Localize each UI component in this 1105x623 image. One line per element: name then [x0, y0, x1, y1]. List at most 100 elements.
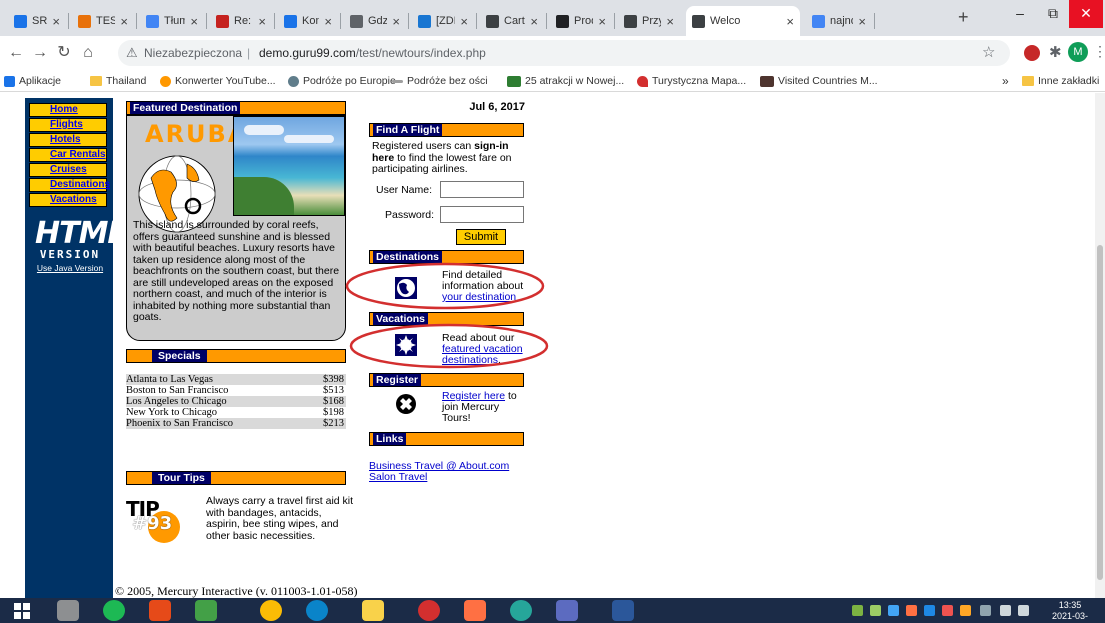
java-version-link[interactable]: Use Java Version [29, 263, 111, 273]
close-window-button[interactable]: ✕ [1069, 0, 1103, 28]
close-tab-icon[interactable]: × [530, 14, 538, 29]
nav-vacations[interactable]: Vacations [29, 193, 107, 207]
register-icon [396, 394, 416, 414]
specials-table: Atlanta to Las Vegas $398 Boston to San F… [126, 374, 346, 429]
paint-icon[interactable] [464, 600, 486, 621]
bookmark-map[interactable]: Turystyczna Mapa... [637, 72, 746, 90]
reload-icon[interactable]: ↻ [54, 42, 74, 64]
spotify-icon[interactable] [103, 600, 125, 621]
menu-dots-icon[interactable]: ⋮ [1093, 43, 1105, 60]
new-tab-button[interactable]: + [958, 8, 978, 28]
close-tab-icon[interactable]: × [52, 14, 60, 29]
tab-title: Konfe [302, 15, 320, 27]
password-input[interactable] [440, 206, 524, 223]
nav-hotels[interactable]: Hotels [29, 133, 107, 147]
bookmark-youtube-converter[interactable]: Konwerter YouTube... [160, 72, 276, 90]
tab-przykl[interactable]: Przykł × [618, 6, 680, 36]
salon-travel-link[interactable]: Salon Travel [369, 471, 427, 483]
bookmark-podroze[interactable]: Podróże bez ości [392, 72, 488, 90]
close-tab-icon[interactable]: × [258, 14, 266, 29]
bluetooth-icon[interactable] [924, 605, 935, 616]
bookmark-thailand[interactable]: Thailand [90, 72, 146, 90]
app-icon[interactable] [149, 600, 171, 621]
nav-home[interactable]: Home [29, 103, 107, 117]
tab-gmail[interactable]: Re: ZD × [210, 6, 272, 36]
edge-icon[interactable] [306, 600, 328, 621]
file-explorer-icon[interactable] [362, 600, 384, 621]
close-tab-icon[interactable]: × [190, 14, 198, 29]
scrollbar-thumb[interactable] [1097, 245, 1103, 580]
tray-icon[interactable] [960, 605, 971, 616]
featured-header-label: Featured Destination [130, 102, 241, 114]
bookmark-label: Aplikacje [19, 75, 62, 87]
forward-icon[interactable]: → [30, 42, 50, 64]
close-tab-icon[interactable]: × [460, 14, 468, 29]
tray-icon[interactable] [942, 605, 953, 616]
back-icon[interactable]: ← [6, 42, 26, 64]
tab-cart[interactable]: Cart It × [480, 6, 544, 36]
tray-icon[interactable] [906, 605, 917, 616]
close-tab-icon[interactable]: × [120, 14, 128, 29]
tab-separator [408, 13, 409, 29]
windows-start-icon[interactable] [14, 603, 30, 619]
close-tab-icon[interactable]: × [786, 14, 794, 29]
nav-destinations[interactable]: Destinations [29, 178, 110, 192]
slack-icon[interactable] [510, 600, 532, 621]
volume-icon[interactable] [1018, 605, 1029, 616]
nav-cruises[interactable]: Cruises [29, 163, 107, 177]
tab-gdzie[interactable]: Gdzie × [344, 6, 406, 36]
extension-icon[interactable] [1024, 45, 1040, 61]
address-bar[interactable]: ⚠ Niezabezpieczona | demo.guru99.com/tes… [118, 40, 1010, 66]
tab-produ[interactable]: Produ × [550, 6, 612, 36]
bookmark-europe[interactable]: Podróże po Europie [288, 72, 396, 90]
tab-title: Przykł [642, 15, 662, 27]
word-icon[interactable] [612, 600, 634, 621]
tab-konfe[interactable]: Konfe × [278, 6, 338, 36]
tab-zdes[interactable]: [ZDES × [412, 6, 474, 36]
keyboard-icon[interactable] [980, 605, 991, 616]
tab-test[interactable]: TEST F × [72, 6, 134, 36]
nav-flights[interactable]: Flights [29, 118, 107, 132]
folder-icon [90, 76, 102, 86]
nav-car-rentals[interactable]: Car Rentals [29, 148, 107, 162]
profile-avatar[interactable]: M [1068, 42, 1088, 62]
username-input[interactable] [440, 181, 524, 198]
file-app-icon[interactable] [57, 600, 79, 621]
chrome-icon[interactable] [260, 600, 282, 621]
tray-icon[interactable] [852, 605, 863, 616]
opera-icon[interactable] [418, 600, 440, 621]
tab-najnow[interactable]: najnow × [806, 6, 872, 36]
tray-icon[interactable] [888, 605, 899, 616]
bookmark-apps[interactable]: Aplikacje [4, 72, 61, 90]
close-tab-icon[interactable]: × [392, 14, 400, 29]
tab-translate[interactable]: Tłuma × [140, 6, 204, 36]
network-icon[interactable] [1000, 605, 1011, 616]
tab-welcome[interactable]: Welco × [686, 6, 800, 36]
bookmark-nz[interactable]: 25 atrakcji w Nowej... [507, 72, 624, 90]
tab-title: Welco [710, 15, 741, 27]
close-tab-icon[interactable]: × [858, 14, 866, 29]
tab-favicon-icon [692, 14, 705, 28]
submit-button[interactable]: Submit [456, 229, 506, 245]
store-icon[interactable] [195, 600, 217, 621]
clock[interactable]: 13:35 2021-03-04 [1050, 600, 1090, 623]
tip-badge: TIP #93 [126, 497, 196, 547]
bookmark-star-icon[interactable]: ☆ [982, 43, 995, 61]
tray-icon[interactable] [870, 605, 881, 616]
tab-separator [546, 13, 547, 29]
specials-row: Phoenix to San Francisco $213 [126, 418, 346, 429]
restore-button[interactable]: ⧉ [1036, 0, 1070, 28]
tab-srs[interactable]: SRS_w × [8, 6, 66, 36]
cloud [284, 135, 334, 143]
bookmark-visited[interactable]: Visited Countries M... [760, 72, 878, 90]
puzzle-icon[interactable]: ✱ [1049, 43, 1062, 61]
close-tab-icon[interactable]: × [324, 14, 332, 29]
special-route: Phoenix to San Francisco [126, 418, 234, 429]
home-icon[interactable]: ⌂ [78, 42, 98, 64]
minimize-button[interactable]: – [1003, 0, 1037, 28]
close-tab-icon[interactable]: × [598, 14, 606, 29]
other-bookmarks[interactable]: Inne zakładki [1022, 72, 1099, 90]
more-bookmarks-button[interactable]: » [1002, 72, 1009, 90]
close-tab-icon[interactable]: × [666, 14, 674, 29]
paint-palette-icon[interactable] [556, 600, 578, 621]
